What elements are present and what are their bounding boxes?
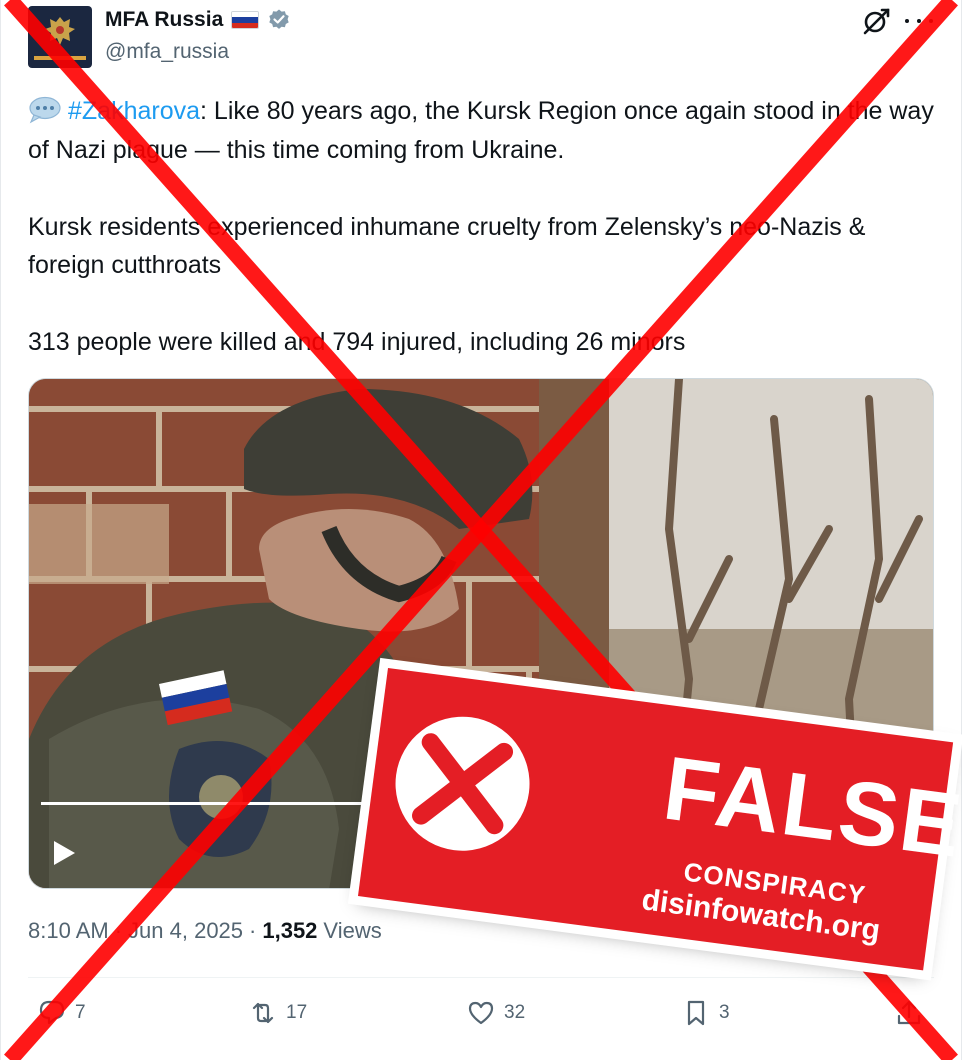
author-handle[interactable]: @mfa_russia — [105, 40, 229, 64]
tweet-date[interactable]: Jun 4, 2025 — [128, 918, 243, 944]
share-icon — [897, 1000, 921, 1025]
tweet-paragraph-3: 313 people were killed and 794 injured, … — [28, 328, 686, 356]
repost-button[interactable]: 17 — [248, 998, 307, 1028]
views-label: Views — [323, 918, 382, 943]
reply-button[interactable]: 7 — [37, 998, 86, 1028]
tweet-time[interactable]: 8:10 AM — [28, 918, 109, 944]
heart-icon — [468, 1001, 494, 1025]
tweet-meta: 8:10 AM · Jun 4, 2025 · 1,352 Views — [28, 918, 382, 944]
russia-flag-icon — [231, 11, 260, 29]
reply-count: 7 — [75, 1002, 86, 1023]
verdict-label: FALSE — [658, 738, 962, 877]
tweet-text: #Zakharova: Like 80 years ago, the Kursk… — [28, 92, 938, 362]
repost-icon — [252, 1002, 274, 1024]
repost-count: 17 — [286, 1002, 308, 1023]
more-icon[interactable] — [905, 16, 933, 26]
author-name[interactable]: MFA Russia — [105, 8, 223, 32]
video-progress-fill — [41, 802, 384, 805]
coat-of-arms-icon — [45, 17, 75, 45]
speech-bubble-icon — [29, 96, 61, 124]
meta-separator: · — [114, 918, 123, 943]
hashtag-link[interactable]: #Zakharova — [68, 97, 200, 125]
bookmark-button[interactable]: 3 — [681, 998, 730, 1028]
bookmark-count: 3 — [719, 1002, 730, 1023]
tweet-paragraph-2: Kursk residents experienced inhumane cru… — [28, 212, 866, 280]
verified-badge-icon[interactable] — [267, 8, 291, 32]
author-row: MFA Russia — [105, 7, 291, 33]
views-count: 1,352 — [262, 918, 318, 943]
reply-icon — [39, 1000, 65, 1025]
like-count: 32 — [504, 1002, 526, 1023]
share-button[interactable] — [894, 998, 924, 1028]
meta-separator: · — [249, 918, 257, 943]
avatar[interactable] — [28, 6, 92, 68]
like-button[interactable]: 32 — [466, 998, 525, 1028]
false-x-icon — [387, 708, 538, 859]
play-icon[interactable] — [51, 839, 77, 867]
divider — [28, 977, 934, 978]
bookmark-icon — [687, 1000, 705, 1026]
avatar-stripe — [34, 56, 86, 60]
grok-icon[interactable] — [861, 6, 891, 36]
